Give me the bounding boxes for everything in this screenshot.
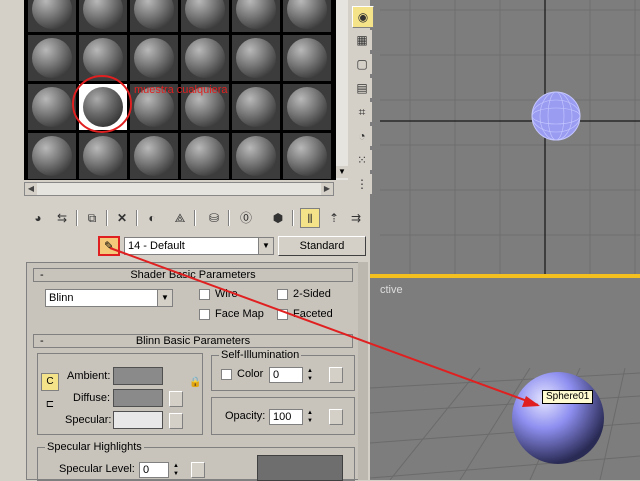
annotation-overlay (72, 75, 540, 407)
annotation-circle (72, 75, 132, 133)
annotation-label: muestra cualquiera (134, 84, 228, 96)
arrowhead-icon (522, 396, 540, 407)
annotation-arrow (109, 247, 539, 406)
